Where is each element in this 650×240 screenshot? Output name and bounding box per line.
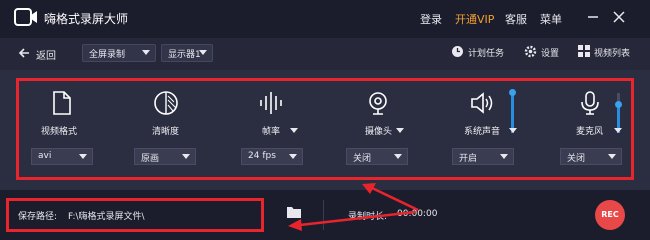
system-audio-value: 开启 [459, 154, 478, 164]
framerate-value: 24 fps [248, 151, 276, 161]
file-icon [53, 91, 71, 115]
save-path-value: F:\嗨格式录屏文件\ [68, 212, 145, 222]
camera-select[interactable]: 关闭 [346, 148, 408, 165]
format-value: avi [38, 151, 52, 161]
display-value: 显示器1 [168, 50, 201, 60]
microphone-label: 麦克风 [576, 127, 604, 137]
record-mode-select[interactable]: 全屏录制 [82, 44, 156, 62]
format-label: 视频格式 [41, 127, 78, 137]
schedule-button[interactable]: 计划任务 [468, 46, 504, 59]
camera-label: 摄像头 [365, 127, 393, 137]
system-audio-label: 系统声音 [464, 127, 501, 137]
chevron-down-icon[interactable] [290, 128, 298, 133]
chevron-down-icon [394, 154, 402, 159]
quality-value: 原画 [141, 154, 160, 164]
back-button[interactable]: 返回 [36, 47, 56, 62]
waveform-icon [260, 92, 282, 114]
chevron-down-icon [142, 50, 150, 55]
settings-button[interactable]: 设置 [541, 46, 559, 59]
chevron-down-icon [608, 154, 616, 159]
divider [323, 200, 324, 230]
mic-volume-slider[interactable] [617, 93, 620, 133]
video-list-button[interactable]: 视频列表 [594, 46, 630, 59]
mic-volume-knob[interactable] [615, 101, 622, 108]
microphone-select[interactable]: 关闭 [560, 148, 622, 165]
close-icon[interactable] [610, 8, 628, 26]
duration-value: 00:00:00 [397, 209, 438, 219]
microphone-icon [581, 91, 599, 115]
chevron-down-icon [289, 154, 297, 159]
app-title: 嗨格式录屏大师 [44, 12, 129, 26]
chevron-down-icon [79, 154, 87, 159]
system-audio-select[interactable]: 开启 [452, 148, 514, 165]
clock-icon[interactable] [451, 45, 464, 58]
webcam-icon [369, 92, 387, 115]
framerate-select[interactable]: 24 fps [241, 148, 303, 165]
vip-link[interactable]: 开通VIP [455, 11, 494, 27]
chevron-down-icon[interactable] [614, 128, 622, 133]
chevron-down-icon[interactable] [396, 128, 404, 133]
system-volume-slider[interactable] [511, 93, 514, 133]
system-volume-fill [511, 93, 514, 133]
back-arrow-icon[interactable] [18, 47, 30, 59]
display-select[interactable]: 显示器1 [161, 44, 213, 62]
framerate-label: 帧率 [262, 127, 281, 137]
quality-select[interactable]: 原画 [134, 148, 196, 165]
chevron-down-icon [199, 50, 207, 55]
microphone-value: 关闭 [567, 154, 586, 164]
folder-icon[interactable] [287, 206, 301, 218]
app-logo-icon [14, 8, 37, 26]
record-mode-value: 全屏录制 [89, 50, 126, 60]
quality-circle-icon [154, 91, 178, 115]
quality-label: 清晰度 [152, 127, 180, 137]
grid-icon[interactable] [578, 45, 590, 57]
gear-icon[interactable] [524, 45, 537, 58]
save-path-label: 保存路径: [18, 212, 58, 222]
chevron-down-icon[interactable] [509, 128, 517, 133]
chevron-down-icon [182, 154, 190, 159]
speaker-icon [471, 92, 493, 114]
service-link[interactable]: 客服 [505, 11, 527, 27]
menu-link[interactable]: 菜单 [540, 11, 562, 27]
rec-button[interactable]: REC [595, 200, 625, 230]
camera-value: 关闭 [353, 154, 372, 164]
duration-label: 录制时长: [348, 212, 388, 222]
highlight-box-settings [16, 78, 634, 180]
chevron-down-icon [500, 154, 508, 159]
format-select[interactable]: avi [31, 148, 93, 165]
minimize-icon[interactable] [584, 8, 602, 26]
login-link[interactable]: 登录 [420, 11, 442, 27]
system-volume-knob[interactable] [509, 89, 516, 96]
